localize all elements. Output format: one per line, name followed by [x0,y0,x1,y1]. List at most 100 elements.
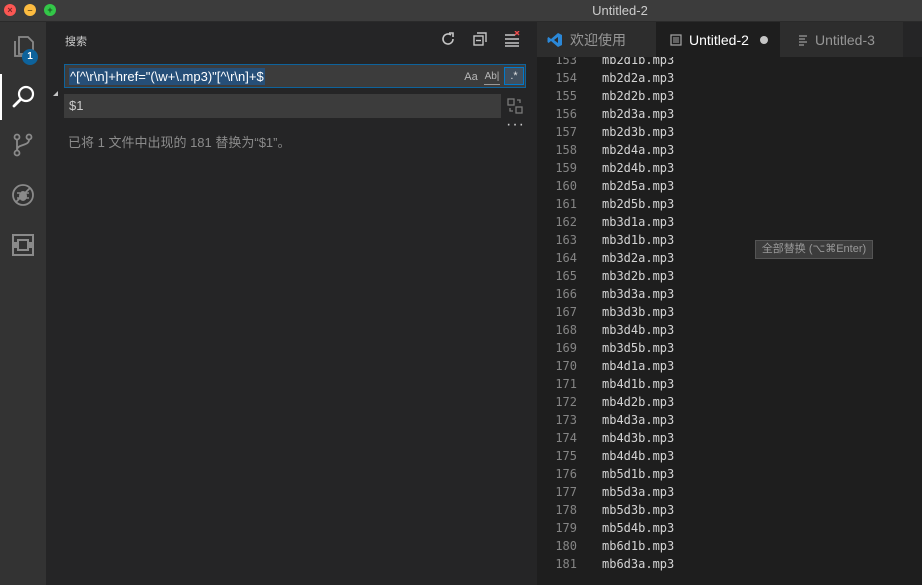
line-text: mb2d4b.mp3 [602,161,675,175]
replace-toggle[interactable] [51,86,61,96]
tab-label: Untitled-2 [689,31,749,48]
line-text: mb3d5b.mp3 [602,341,675,355]
editor-tabs: 欢迎使用 Untitled-2 Untitled-3 [537,22,922,57]
code-line[interactable]: 181 mb6d3a.mp3 [537,555,922,573]
code-line[interactable]: 172 mb4d2b.mp3 [537,393,922,411]
code-line[interactable]: 171 mb4d1b.mp3 [537,375,922,393]
code-line[interactable]: 155 mb2d2b.mp3 [537,87,922,105]
code-line[interactable]: 165 mb3d2b.mp3 [537,267,922,285]
code-line[interactable]: 167 mb3d3b.mp3 [537,303,922,321]
code-line[interactable]: 153 mb2d1b.mp3 [537,57,922,69]
replace-all-tooltip: 全部替换 (⌥⌘Enter) [755,240,873,259]
line-text: mb5d1b.mp3 [602,467,675,481]
line-text: mb3d1b.mp3 [602,233,675,247]
tab-untitled-3[interactable]: Untitled-3 [780,22,903,57]
refresh-icon [442,32,454,45]
line-number: 180 [555,539,577,553]
code-line[interactable]: 175 mb4d4b.mp3 [537,447,922,465]
line-number: 165 [555,269,577,283]
tab-welcome[interactable]: 欢迎使用 [537,22,656,57]
source-control-activity-button[interactable] [0,122,46,168]
line-number: 181 [555,557,577,571]
code-line[interactable]: 169 mb3d5b.mp3 [537,339,922,357]
more-actions-button[interactable]: ··· [506,117,524,136]
line-text: mb5d4b.mp3 [602,521,675,535]
code-line[interactable]: 166 mb3d3a.mp3 [537,285,922,303]
line-number: 171 [555,377,577,391]
line-text: mb3d1a.mp3 [602,215,675,229]
line-text: mb2d2b.mp3 [602,89,675,103]
search-icon [12,85,35,108]
code-line[interactable]: 178 mb5d3b.mp3 [537,501,922,519]
line-text: mb3d2a.mp3 [602,251,675,265]
line-text: mb3d4b.mp3 [602,323,675,337]
line-number: 160 [555,179,577,193]
code-line[interactable]: 177 mb5d3a.mp3 [537,483,922,501]
collapse-all-icon [473,32,487,46]
line-number: 167 [555,305,577,319]
line-number: 166 [555,287,577,301]
source-control-icon [13,133,33,157]
code-line[interactable]: 176 mb5d1b.mp3 [537,465,922,483]
replace-all-icon [507,98,523,114]
extensions-activity-button[interactable] [0,222,46,268]
line-number: 173 [555,413,577,427]
match-case-toggle[interactable]: Aa [463,69,479,85]
line-text: mb6d1b.mp3 [602,539,675,553]
line-text: mb4d3a.mp3 [602,413,675,427]
line-number: 156 [555,107,577,121]
debug-activity-button[interactable] [0,172,46,218]
refresh-button[interactable] [439,30,457,48]
line-text: mb4d1a.mp3 [602,359,675,373]
code-line[interactable]: 157 mb2d3b.mp3 [537,123,922,141]
activity-bar: 1 [0,22,46,585]
code-line[interactable]: 156 mb2d3a.mp3 [537,105,922,123]
regex-toggle[interactable]: .* [504,67,524,85]
unsaved-dot-icon[interactable] [760,36,768,44]
search-activity-button[interactable] [0,74,46,120]
text-file-icon [798,34,808,46]
code-line[interactable]: 173 mb4d3a.mp3 [537,411,922,429]
search-input[interactable]: ^[^\r\n]+href="(\w+\.mp3)"[^\r\n]+$ Aa A… [64,64,526,88]
clear-all-icon [505,31,520,47]
code-line[interactable]: 158 mb2d4a.mp3 [537,141,922,159]
code-line[interactable]: 168 mb3d4b.mp3 [537,321,922,339]
code-line[interactable]: 159 mb2d4b.mp3 [537,159,922,177]
code-line[interactable]: 170 mb4d1a.mp3 [537,357,922,375]
code-line[interactable]: 160 mb2d5a.mp3 [537,177,922,195]
code-editor[interactable]: 153 mb2d1b.mp3 154 mb2d2a.mp3 155 mb2d2b.mp3 1… [537,57,922,585]
line-number: 154 [555,71,577,85]
extensions-icon [12,234,34,256]
code-line[interactable]: 179 mb5d4b.mp3 [537,519,922,537]
explorer-badge: 1 [22,49,38,65]
code-line[interactable]: 161 mb2d5b.mp3 [537,195,922,213]
line-text: mb2d3a.mp3 [602,107,675,121]
line-number: 176 [555,467,577,481]
code-line[interactable]: 154 mb2d2a.mp3 [537,69,922,87]
replace-all-button[interactable] [506,97,524,115]
replace-input[interactable]: $1 [64,94,501,118]
line-number: 157 [555,125,577,139]
line-text: mb2d2a.mp3 [602,71,675,85]
code-line[interactable]: 162 mb3d1a.mp3 [537,213,922,231]
code-line[interactable]: 180 mb6d1b.mp3 [537,537,922,555]
editor-area: 欢迎使用 Untitled-2 Untitled-3 153 mb2d1b.mp3… [537,22,922,585]
collapse-all-button[interactable] [471,30,489,48]
code-line[interactable]: 174 mb4d3b.mp3 [537,429,922,447]
whole-word-toggle[interactable]: Ab| [484,69,500,85]
explorer-activity-button[interactable]: 1 [0,24,46,70]
line-number: 177 [555,485,577,499]
tab-untitled-2[interactable]: Untitled-2 [656,22,780,57]
tab-label: 欢迎使用 [570,31,626,48]
line-text: mb6d3a.mp3 [602,557,675,571]
tab-label: Untitled-3 [815,31,875,48]
line-text: mb4d4b.mp3 [602,449,675,463]
line-text: mb3d2b.mp3 [602,269,675,283]
title-bar: × – + Untitled-2 [0,0,922,22]
clear-results-button[interactable] [503,30,521,48]
line-text: mb2d5b.mp3 [602,197,675,211]
line-number: 174 [555,431,577,445]
line-number: 159 [555,161,577,175]
file-icon [670,33,682,46]
line-text: mb3d3a.mp3 [602,287,675,301]
